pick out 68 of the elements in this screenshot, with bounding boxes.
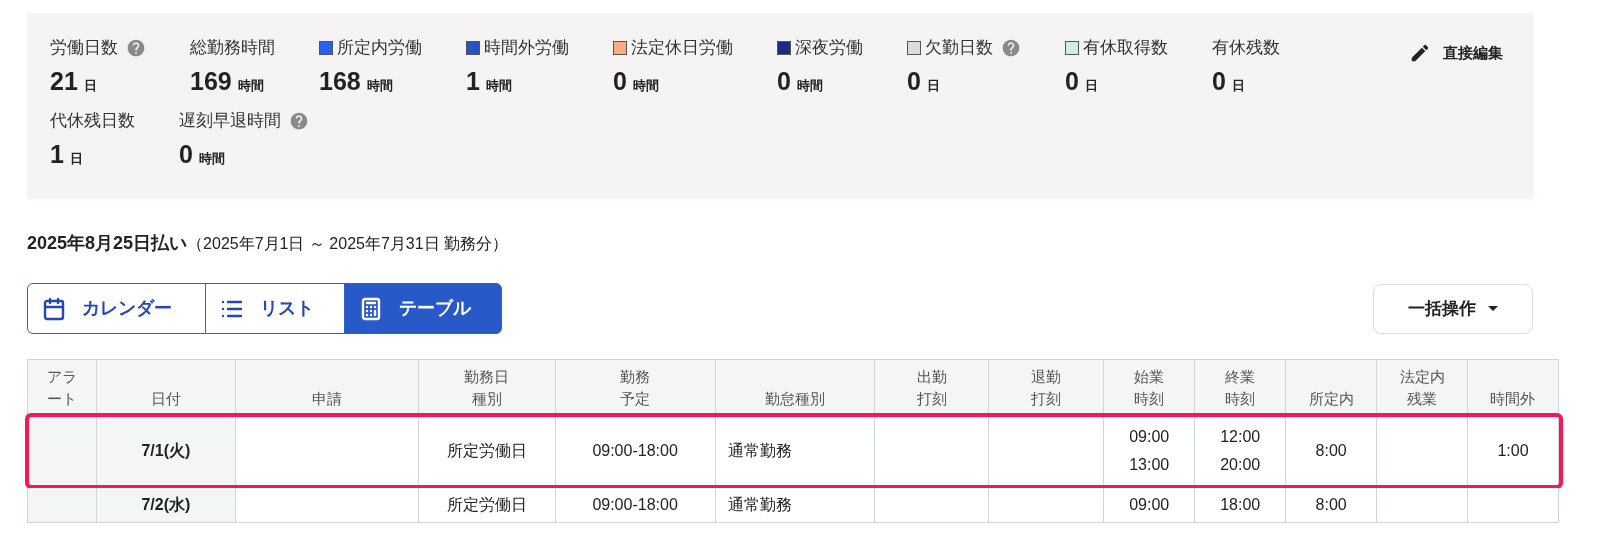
stat-value: 0 (777, 65, 791, 97)
table-cell: 通常勤務 (715, 488, 876, 523)
column-header: 出勤打刻 (916, 367, 947, 409)
view-tab[interactable]: テーブル (344, 283, 502, 334)
stat-label: 遅刻早退時間 (179, 110, 281, 132)
stat-value: 0 (613, 65, 627, 97)
stat-unit: 時間 (632, 76, 659, 95)
view-tab[interactable]: リスト (205, 283, 345, 334)
stat-label: 有休取得数 (1083, 37, 1168, 59)
stat-label: 有休残数 (1212, 37, 1280, 59)
calendar-icon (42, 296, 66, 321)
stat-value: 1 (50, 138, 64, 170)
column-header: 勤務日種別 (464, 367, 510, 409)
table-cell: 7/2(水) (96, 488, 236, 523)
stat-unit: 時間 (485, 76, 512, 95)
stat-unit: 時間 (366, 76, 393, 95)
stat-label: 所定内労働 (337, 37, 422, 59)
stat-unit: 日 (1084, 76, 1098, 95)
table-cell: 8:00 (1286, 488, 1378, 523)
column-header: アラート (46, 367, 77, 409)
stat-label: 深夜労働 (795, 37, 863, 59)
stat-value: 0 (179, 138, 193, 170)
calculator-icon (359, 296, 383, 321)
stat-value: 168 (319, 65, 361, 97)
column-header: 所定内 (1308, 389, 1354, 409)
column-header: 時間外 (1490, 389, 1536, 409)
caret-icon (1488, 306, 1498, 311)
stat-unit: 日 (1231, 76, 1245, 95)
stat-unit: 日 (69, 149, 83, 168)
table-cell: 7/1(火) (96, 415, 236, 488)
column-header: 退勤打刻 (1031, 367, 1062, 409)
stat-value: 169 (190, 65, 232, 97)
stat-value: 0 (907, 65, 921, 97)
stat-value: 1 (466, 65, 480, 97)
table-cell: 09:00-18:00 (555, 488, 716, 523)
column-header: 終業時刻 (1225, 367, 1256, 409)
stat-label: 時間外労働 (484, 37, 569, 59)
table-cell: 所定労働日 (418, 488, 556, 523)
period-title: 2025年8月25日払い (27, 232, 188, 255)
column-header: 日付 (150, 389, 181, 409)
stat-label: 代休残日数 (50, 110, 135, 132)
edit-button[interactable]: 直接編集 (1409, 39, 1503, 67)
column-header: 勤務予定 (620, 367, 651, 409)
column-header: 勤怠種別 (764, 389, 825, 409)
help-icon[interactable] (126, 37, 146, 58)
stat-label: 総勤務時間 (190, 37, 275, 59)
bulk-action-button[interactable]: 一括操作 (1373, 283, 1533, 334)
help-icon[interactable] (289, 110, 309, 131)
view-tab[interactable]: カレンダー (27, 283, 206, 334)
stat-label: 労働日数 (50, 37, 118, 59)
help-icon[interactable] (1001, 37, 1021, 58)
table-cell: 18:00 (1195, 488, 1287, 523)
stat-label: 法定休日労働 (631, 37, 733, 59)
stat-unit: 時間 (796, 76, 823, 95)
stat-value: 0 (1065, 65, 1079, 97)
pencil-icon (1409, 42, 1431, 64)
stat-value: 21 (50, 65, 78, 97)
column-header: 申請 (311, 389, 342, 409)
column-header: 始業時刻 (1134, 367, 1165, 409)
stat-unit: 日 (926, 76, 940, 95)
stat-unit: 時間 (198, 149, 225, 168)
column-header: 法定内残業 (1399, 367, 1445, 409)
stat-unit: 時間 (237, 76, 264, 95)
stat-label: 欠勤日数 (925, 37, 993, 59)
stat-unit: 日 (83, 76, 97, 95)
stat-value: 0 (1212, 65, 1226, 97)
period-range: （2025年7月1日 ～ 2025年7月31日 勤務分） (187, 234, 509, 254)
table-cell: 09:00 (1104, 488, 1196, 523)
